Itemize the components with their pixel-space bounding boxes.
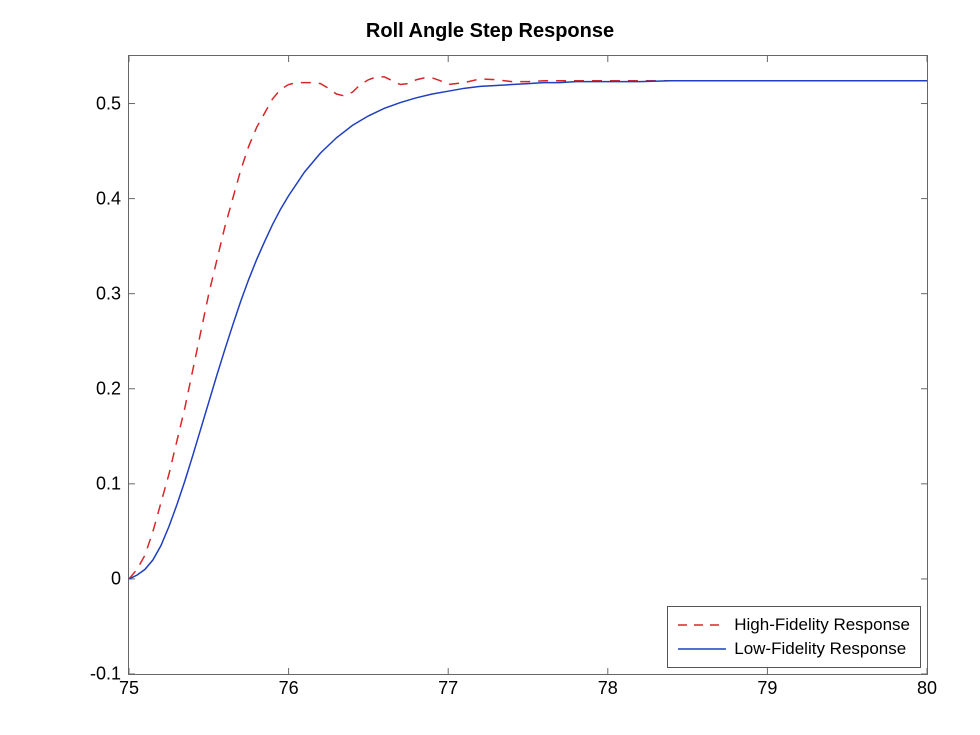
x-tick-label: 77: [438, 678, 458, 699]
y-tick-label: 0.5: [96, 93, 121, 114]
chart-title: Roll Angle Step Response: [0, 20, 980, 43]
legend-line-icon: [676, 616, 728, 634]
y-tick-label: 0: [111, 568, 121, 589]
x-tick-label: 80: [917, 678, 937, 699]
figure: Roll Angle Step Response 757677787980 -0…: [0, 0, 980, 735]
y-tick-label: 0.2: [96, 378, 121, 399]
x-tick-label: 78: [598, 678, 618, 699]
axes: 757677787980 -0.100.10.20.30.40.5 High-F…: [128, 55, 928, 675]
y-tick-label: 0.3: [96, 283, 121, 304]
series-line-0: [129, 77, 927, 579]
x-tick-label: 76: [279, 678, 299, 699]
y-tick-label: 0.4: [96, 188, 121, 209]
legend: High-Fidelity ResponseLow-Fidelity Respo…: [667, 606, 921, 668]
series-line-1: [129, 81, 927, 579]
legend-item: Low-Fidelity Response: [676, 637, 910, 661]
legend-line-icon: [676, 640, 728, 658]
x-tick-label: 79: [757, 678, 777, 699]
legend-label: High-Fidelity Response: [734, 613, 910, 637]
plot-area: [129, 56, 927, 674]
legend-label: Low-Fidelity Response: [734, 637, 906, 661]
y-tick-label: -0.1: [90, 664, 121, 685]
legend-item: High-Fidelity Response: [676, 613, 910, 637]
x-tick-label: 75: [119, 678, 139, 699]
y-tick-label: 0.1: [96, 473, 121, 494]
